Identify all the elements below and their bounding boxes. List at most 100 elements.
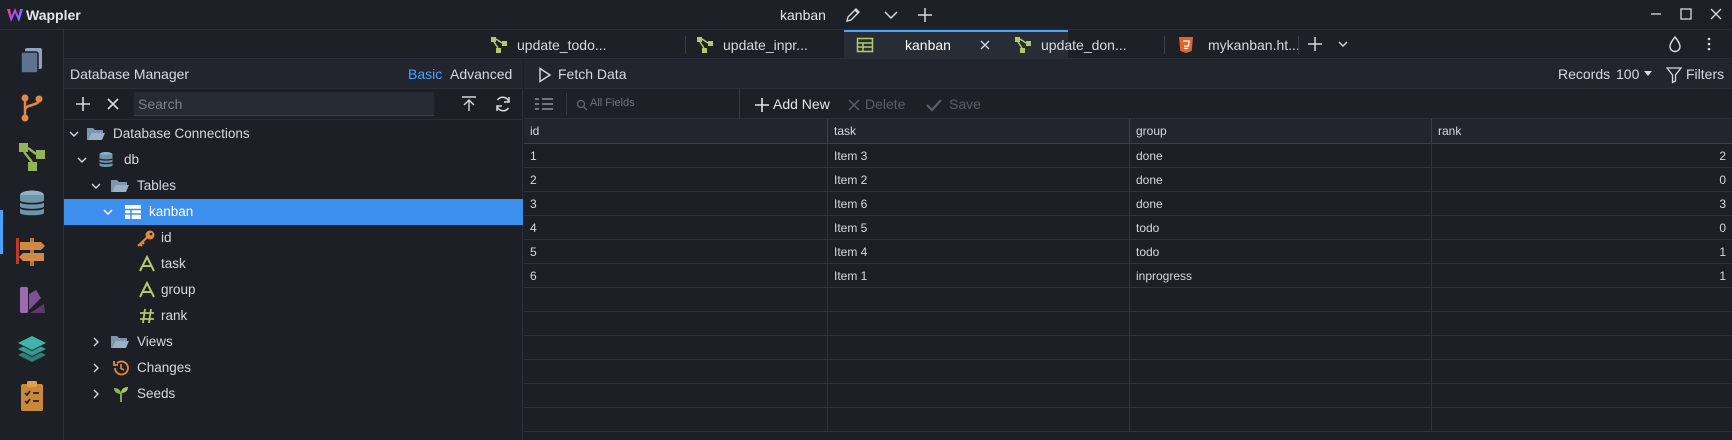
table-cell[interactable]: 3: [1432, 192, 1732, 216]
tree-item-field-id[interactable]: id: [64, 225, 523, 251]
theme-drop-icon[interactable]: [1666, 35, 1684, 53]
add-new-button[interactable]: Add New: [752, 94, 832, 116]
mode-advanced-toggle[interactable]: Advanced: [450, 66, 512, 82]
mode-basic-toggle[interactable]: Basic: [408, 66, 442, 82]
columns-toggle-icon[interactable]: [534, 96, 554, 112]
chevron-right-icon[interactable]: [90, 362, 102, 374]
tree-item-field-task[interactable]: task: [64, 251, 523, 277]
chevron-down-icon[interactable]: [76, 154, 88, 166]
more-vertical-icon[interactable]: [1700, 35, 1718, 53]
table-cell[interactable]: 1: [1432, 240, 1732, 264]
minimize-icon[interactable]: [1648, 6, 1664, 22]
tab-update-todo[interactable]: update_todo...: [480, 30, 617, 59]
tree-item-views[interactable]: Views: [64, 329, 523, 355]
chevron-down-icon[interactable]: [68, 128, 80, 140]
tree-item-changes[interactable]: Changes: [64, 355, 523, 381]
column-header-id[interactable]: id: [524, 119, 828, 144]
maximize-icon[interactable]: [1678, 6, 1694, 22]
tree-item-db[interactable]: db: [64, 147, 523, 173]
chevron-right-icon[interactable]: [90, 336, 102, 348]
column-header-task[interactable]: task: [828, 119, 1130, 144]
table-cell[interactable]: 6: [524, 264, 828, 288]
table-cell[interactable]: todo: [1130, 240, 1432, 264]
column-header-rank[interactable]: rank: [1432, 119, 1732, 144]
table-cell[interactable]: Item 1: [828, 264, 1130, 288]
add-connection-button[interactable]: [74, 95, 92, 113]
table-cell[interactable]: 1: [1432, 264, 1732, 288]
table-cell[interactable]: inprogress: [1130, 264, 1432, 288]
chevron-down-icon[interactable]: [90, 180, 102, 192]
collapse-all-icon[interactable]: [460, 95, 478, 113]
tabs-dropdown-icon[interactable]: [1334, 35, 1352, 53]
save-button[interactable]: Save: [925, 94, 985, 116]
table-row[interactable]: 5 Item 4 todo 1: [524, 240, 1732, 264]
empty-row: [524, 384, 1732, 408]
cell-value: done: [1136, 173, 1163, 187]
tree-item-tables[interactable]: Tables: [64, 173, 523, 199]
server-action-icon: [1014, 36, 1032, 54]
tab-update-inprogress[interactable]: update_inpr...: [686, 30, 823, 59]
remove-button[interactable]: [105, 96, 121, 112]
layers-icon[interactable]: [14, 330, 50, 366]
tasks-clipboard-icon[interactable]: [14, 378, 50, 414]
close-tab-icon[interactable]: [978, 38, 992, 52]
git-branch-icon[interactable]: [14, 90, 50, 126]
table-cell: [828, 384, 1130, 408]
caret-down-icon[interactable]: [1643, 70, 1653, 78]
refresh-icon[interactable]: [493, 94, 513, 114]
filters-button[interactable]: Filters: [1662, 64, 1732, 86]
table-cell[interactable]: todo: [1130, 216, 1432, 240]
chevron-right-icon[interactable]: [90, 388, 102, 400]
table-cell[interactable]: 4: [524, 216, 828, 240]
tree-item-database-connections[interactable]: Database Connections: [64, 121, 523, 147]
tree-item-field-rank[interactable]: rank: [64, 303, 523, 329]
table-cell[interactable]: 0: [1432, 216, 1732, 240]
column-header-group[interactable]: group: [1130, 119, 1432, 144]
tree-item-kanban-table[interactable]: kanban: [64, 199, 523, 225]
delete-button[interactable]: Delete: [844, 94, 910, 116]
cell-value: 2: [1719, 149, 1726, 163]
table-cell[interactable]: 3: [524, 192, 828, 216]
database-manager-icon[interactable]: [14, 186, 50, 222]
table-cell[interactable]: done: [1130, 192, 1432, 216]
table-cell[interactable]: done: [1130, 168, 1432, 192]
tree-item-seeds[interactable]: Seeds: [64, 381, 523, 407]
table-cell[interactable]: Item 5: [828, 216, 1130, 240]
close-window-icon[interactable]: [1708, 6, 1724, 22]
chevron-down-icon[interactable]: [102, 206, 114, 218]
search-input[interactable]: [134, 92, 434, 116]
new-tab-plus-icon[interactable]: [916, 6, 934, 24]
table-cell[interactable]: 1: [524, 144, 828, 168]
tree-label: group: [161, 282, 196, 297]
table-row[interactable]: 1 Item 3 done 2: [524, 144, 1732, 168]
table-row[interactable]: 2 Item 2 done 0: [524, 168, 1732, 192]
tab-update-done[interactable]: update_don...: [1004, 30, 1144, 59]
field-filter-input[interactable]: All Fields: [574, 96, 694, 114]
rename-pencil-icon[interactable]: [844, 6, 862, 24]
folder-open-icon: [86, 125, 106, 143]
table-cell[interactable]: Item 2: [828, 168, 1130, 192]
table-cell[interactable]: 2: [524, 168, 828, 192]
records-limit-select[interactable]: 100: [1616, 66, 1639, 82]
tree-item-field-group[interactable]: group: [64, 277, 523, 303]
table-cell[interactable]: Item 4: [828, 240, 1130, 264]
table-row[interactable]: 4 Item 5 todo 0: [524, 216, 1732, 240]
server-connect-icon[interactable]: [14, 138, 50, 174]
table-cell[interactable]: Item 6: [828, 192, 1130, 216]
routing-signpost-icon[interactable]: [14, 234, 50, 270]
table-cell[interactable]: done: [1130, 144, 1432, 168]
table-cell[interactable]: 0: [1432, 168, 1732, 192]
panel-title: Database Manager: [70, 66, 190, 82]
table-cell[interactable]: 2: [1432, 144, 1732, 168]
table-icon: [124, 203, 142, 221]
table-cell[interactable]: 5: [524, 240, 828, 264]
tab-mykanban-html[interactable]: mykanban.ht...: [1174, 30, 1354, 59]
design-swatches-icon[interactable]: [14, 282, 50, 318]
records-label: Records: [1558, 66, 1611, 82]
table-cell[interactable]: Item 3: [828, 144, 1130, 168]
files-icon[interactable]: [14, 42, 50, 78]
add-tab-icon[interactable]: [1306, 35, 1324, 53]
table-row[interactable]: 3 Item 6 done 3: [524, 192, 1732, 216]
table-row[interactable]: 6 Item 1 inprogress 1: [524, 264, 1732, 288]
chevron-down-icon[interactable]: [882, 6, 900, 24]
